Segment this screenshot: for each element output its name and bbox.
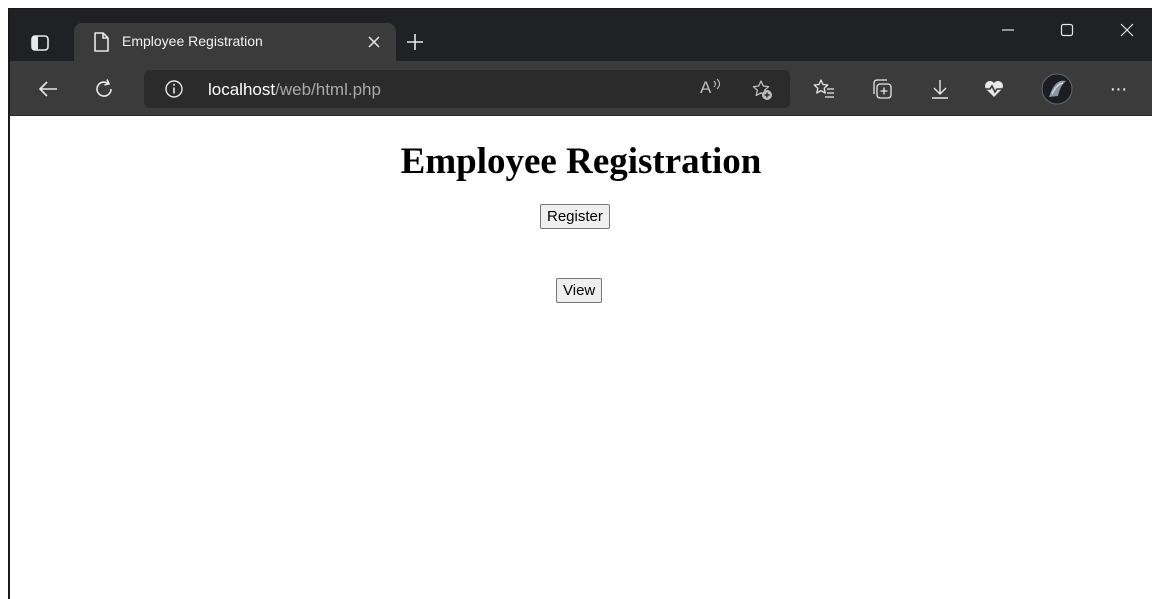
tab-title: Employee Registration	[122, 33, 263, 49]
more-label: ···	[1109, 77, 1128, 100]
url-path: /web/html.php	[275, 80, 381, 99]
browser-toolbar: localhost/web/html.php A ···	[10, 61, 1152, 115]
tab-strip: Employee Registration	[10, 9, 1152, 61]
tab-actions-icon[interactable]	[28, 31, 52, 55]
collections-icon[interactable]	[868, 75, 896, 103]
maximize-icon[interactable]	[1044, 9, 1090, 51]
browser-window: Employee Registration localhost/web/html…	[8, 8, 1152, 599]
refresh-icon[interactable]	[90, 75, 118, 103]
address-bar[interactable]: localhost/web/html.php A	[144, 70, 790, 108]
page-title: Employee Registration	[400, 141, 762, 182]
downloads-icon[interactable]	[926, 75, 954, 103]
health-icon[interactable]	[980, 75, 1008, 103]
page-content: Employee Registration Register View	[10, 116, 1152, 599]
back-icon[interactable]	[34, 75, 62, 103]
read-aloud-icon[interactable]: A	[700, 78, 726, 100]
document-icon	[92, 31, 110, 53]
close-icon[interactable]	[364, 32, 384, 52]
profile-avatar[interactable]	[1040, 72, 1074, 106]
more-icon[interactable]: ···	[1104, 75, 1132, 103]
close-icon[interactable]	[1104, 9, 1150, 51]
minimize-icon[interactable]	[985, 9, 1031, 51]
url-text: localhost/web/html.php	[208, 80, 381, 100]
favorites-icon[interactable]	[810, 75, 838, 103]
plus-icon[interactable]	[402, 29, 428, 55]
read-aloud-label: A	[700, 78, 712, 97]
add-favorite-icon[interactable]	[750, 78, 774, 102]
view-button[interactable]: View	[556, 278, 603, 303]
info-icon[interactable]	[164, 79, 184, 99]
tab-employee-registration[interactable]: Employee Registration	[74, 23, 396, 61]
url-host: localhost	[208, 80, 276, 99]
register-button[interactable]: Register	[540, 204, 610, 229]
